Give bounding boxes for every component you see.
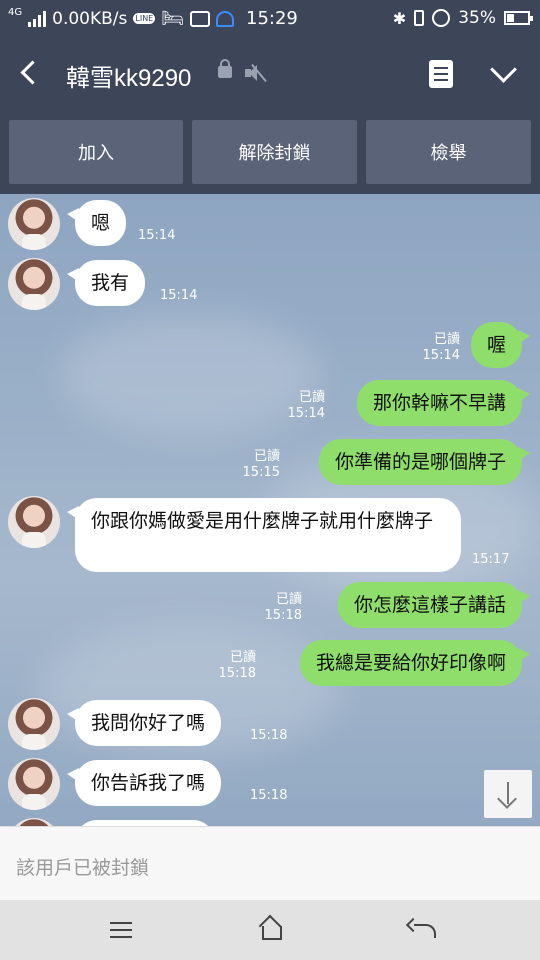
unblock-button[interactable]: 解除封鎖 [192, 120, 357, 184]
back-icon[interactable] [14, 56, 48, 90]
read-receipt: 已讀 [298, 390, 325, 405]
message-time: 15:17 [472, 552, 510, 567]
avatar[interactable] [8, 698, 60, 750]
message-bubble-incoming[interactable]: 你告訴我了嗎 [66, 760, 222, 806]
message-meta: 已讀 15:14 [423, 332, 460, 364]
chevron-down-icon[interactable] [486, 56, 522, 92]
network-type: 4G [8, 6, 23, 18]
avatar[interactable] [8, 258, 60, 310]
lock-icon [218, 59, 232, 78]
avatar[interactable] [8, 496, 60, 548]
message-meta: 已讀 15:18 [219, 650, 256, 682]
notes-icon[interactable] [429, 60, 453, 88]
system-nav-bar [0, 900, 540, 960]
avatar[interactable] [8, 758, 60, 810]
bed-icon: 🛏 [161, 8, 185, 29]
message-time: 15:15 [242, 465, 280, 480]
line-icon: LINE [133, 13, 156, 24]
message-time: 15:14 [287, 406, 325, 421]
menu-icon[interactable] [110, 920, 134, 938]
scroll-to-bottom-button[interactable] [484, 770, 532, 818]
read-receipt: 已讀 [275, 592, 302, 607]
message-meta: 已讀 15:14 [288, 390, 325, 422]
message-time: 15:18 [218, 666, 256, 681]
action-bar: 加入 解除封鎖 檢舉 [0, 110, 540, 194]
message-bubble-outgoing[interactable]: 那你幹嘛不早講 [356, 380, 531, 426]
avatar[interactable] [8, 818, 60, 826]
message-time: 15:14 [138, 228, 176, 243]
message-bubble-incoming[interactable]: 你跟你媽做愛是用什麼牌子就用什麼牌子 [67, 498, 461, 572]
read-receipt: 已讀 [229, 650, 256, 665]
message-time: 15:18 [250, 788, 288, 803]
read-receipt: 已讀 [253, 449, 280, 464]
signal-icon [28, 10, 47, 27]
read-receipt: 已讀 [433, 332, 460, 347]
message-bubble-outgoing[interactable]: 你怎麼這樣子講話 [337, 582, 531, 628]
message-bubble-incoming[interactable]: 嗯 [66, 200, 127, 246]
bluetooth-icon: ✱ [392, 8, 407, 28]
chat-header: 韓雪kk9290 [0, 38, 540, 110]
chat-area[interactable]: 嗯 15:14 我有 15:14 喔 已讀 15:14 那你幹嘛不早講 已讀 1… [0, 194, 540, 826]
image-icon [190, 10, 211, 27]
avatar[interactable] [8, 198, 60, 250]
headset-icon [216, 10, 235, 27]
battery-percent: 35% [458, 8, 496, 28]
message-bubble-incoming[interactable]: 我問你好了嗎 [66, 700, 222, 746]
message-bubble-outgoing[interactable]: 我總是要給你好印像啊 [299, 640, 531, 686]
report-button[interactable]: 檢舉 [366, 120, 531, 184]
message-bubble-outgoing[interactable]: 你準備的是哪個牌子 [318, 439, 531, 485]
status-bar: 4G 0.00KB/s LINE 🛏 15:29 ✱ 35% [0, 0, 540, 38]
message-bubble-outgoing[interactable]: 喔 [470, 322, 531, 368]
message-time: 15:18 [250, 728, 288, 743]
message-meta: 已讀 15:18 [265, 592, 302, 624]
message-meta: 已讀 15:15 [243, 449, 280, 481]
battery-icon [504, 11, 533, 25]
network-speed: 0.00KB/s [52, 8, 128, 29]
blocked-notice-bar: 該用戶已被封鎖 [0, 826, 540, 901]
home-icon[interactable] [258, 916, 284, 942]
blocked-notice-text: 該用戶已被封鎖 [16, 857, 150, 879]
message-time: 15:18 [264, 608, 302, 623]
alarm-icon [432, 9, 451, 27]
message-time: 15:14 [422, 348, 460, 363]
vibrate-icon [414, 10, 425, 26]
add-friend-button[interactable]: 加入 [9, 120, 183, 184]
chat-title: 韓雪kk9290 [66, 65, 192, 92]
nav-back-icon[interactable] [406, 918, 436, 942]
clock: 15:29 [246, 8, 298, 29]
message-bubble-incoming[interactable]: 我有 [66, 260, 146, 306]
message-time: 15:14 [160, 288, 198, 303]
